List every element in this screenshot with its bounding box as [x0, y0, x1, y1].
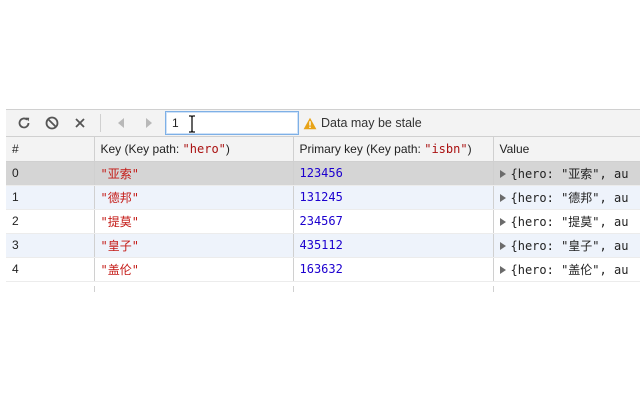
- row-key: "提莫": [93, 209, 293, 234]
- row-primary-key: 234567: [292, 209, 493, 234]
- table-row[interactable]: 3 "皇子" 435112 {hero: "皇子", au: [6, 233, 640, 258]
- table-empty-area: [6, 286, 640, 292]
- expand-triangle-icon[interactable]: [499, 194, 506, 202]
- stale-text: Data may be stale: [321, 116, 422, 130]
- row-key: "盖伦": [93, 257, 293, 282]
- row-primary-key: 435112: [292, 233, 493, 258]
- object-store-table: # Key (Key path: "hero") Primary key (Ke…: [6, 137, 640, 282]
- expand-triangle-icon[interactable]: [499, 218, 506, 226]
- row-primary-key: 131245: [292, 185, 493, 210]
- column-header-key[interactable]: Key (Key path: "hero"): [93, 137, 293, 162]
- delete-icon: [75, 118, 85, 128]
- column-header-index[interactable]: #: [6, 137, 94, 162]
- row-key: "德邦": [93, 185, 293, 210]
- row-value[interactable]: {hero: "盖伦", au: [492, 257, 640, 282]
- next-page-icon: [146, 118, 152, 128]
- row-value[interactable]: {hero: "皇子", au: [492, 233, 640, 258]
- column-header-primary-key[interactable]: Primary key (Key path: "isbn"): [292, 137, 493, 162]
- clear-icon: [45, 116, 59, 130]
- refresh-button[interactable]: [10, 110, 38, 136]
- expand-triangle-icon[interactable]: [499, 266, 506, 274]
- row-index: 0: [6, 161, 94, 186]
- toolbar: Data may be stale: [6, 109, 640, 137]
- row-primary-key: 163632: [292, 257, 493, 282]
- column-divider: [94, 286, 95, 292]
- toolbar-divider: [100, 114, 101, 132]
- row-index: 2: [6, 209, 94, 234]
- previous-page-icon: [118, 118, 124, 128]
- table-row[interactable]: 4 "盖伦" 163632 {hero: "盖伦", au: [6, 257, 640, 282]
- row-index: 1: [6, 185, 94, 210]
- row-index: 3: [6, 233, 94, 258]
- warning-icon: [303, 117, 317, 130]
- row-value[interactable]: {hero: "亚索", au: [492, 161, 640, 186]
- row-key: "皇子": [93, 233, 293, 258]
- column-divider: [493, 286, 494, 292]
- row-value[interactable]: {hero: "提莫", au: [492, 209, 640, 234]
- refresh-icon: [18, 117, 30, 129]
- expand-triangle-icon[interactable]: [499, 170, 506, 178]
- row-key: "亚索": [93, 161, 293, 186]
- text-cursor-icon: [189, 115, 195, 133]
- table-header-row: # Key (Key path: "hero") Primary key (Ke…: [6, 137, 640, 162]
- next-page-button[interactable]: [135, 110, 163, 136]
- delete-selected-button[interactable]: [66, 110, 94, 136]
- row-value[interactable]: {hero: "德邦", au: [492, 185, 640, 210]
- row-primary-key: 123456: [292, 161, 493, 186]
- clear-object-store-button[interactable]: [38, 110, 66, 136]
- table-row[interactable]: 1 "德邦" 131245 {hero: "德邦", au: [6, 185, 640, 210]
- previous-page-button[interactable]: [107, 110, 135, 136]
- column-divider: [293, 286, 294, 292]
- expand-triangle-icon[interactable]: [499, 242, 506, 250]
- start-from-key-input[interactable]: [165, 111, 299, 135]
- column-header-value[interactable]: Value: [492, 137, 640, 162]
- indexeddb-viewer: Data may be stale # Key (Key path: "hero…: [0, 0, 640, 400]
- row-index: 4: [6, 257, 94, 282]
- table-row[interactable]: 2 "提莫" 234567 {hero: "提莫", au: [6, 209, 640, 234]
- table-row[interactable]: 0 "亚索" 123456 {hero: "亚索", au: [6, 161, 640, 186]
- stale-data-notice: Data may be stale: [303, 116, 422, 130]
